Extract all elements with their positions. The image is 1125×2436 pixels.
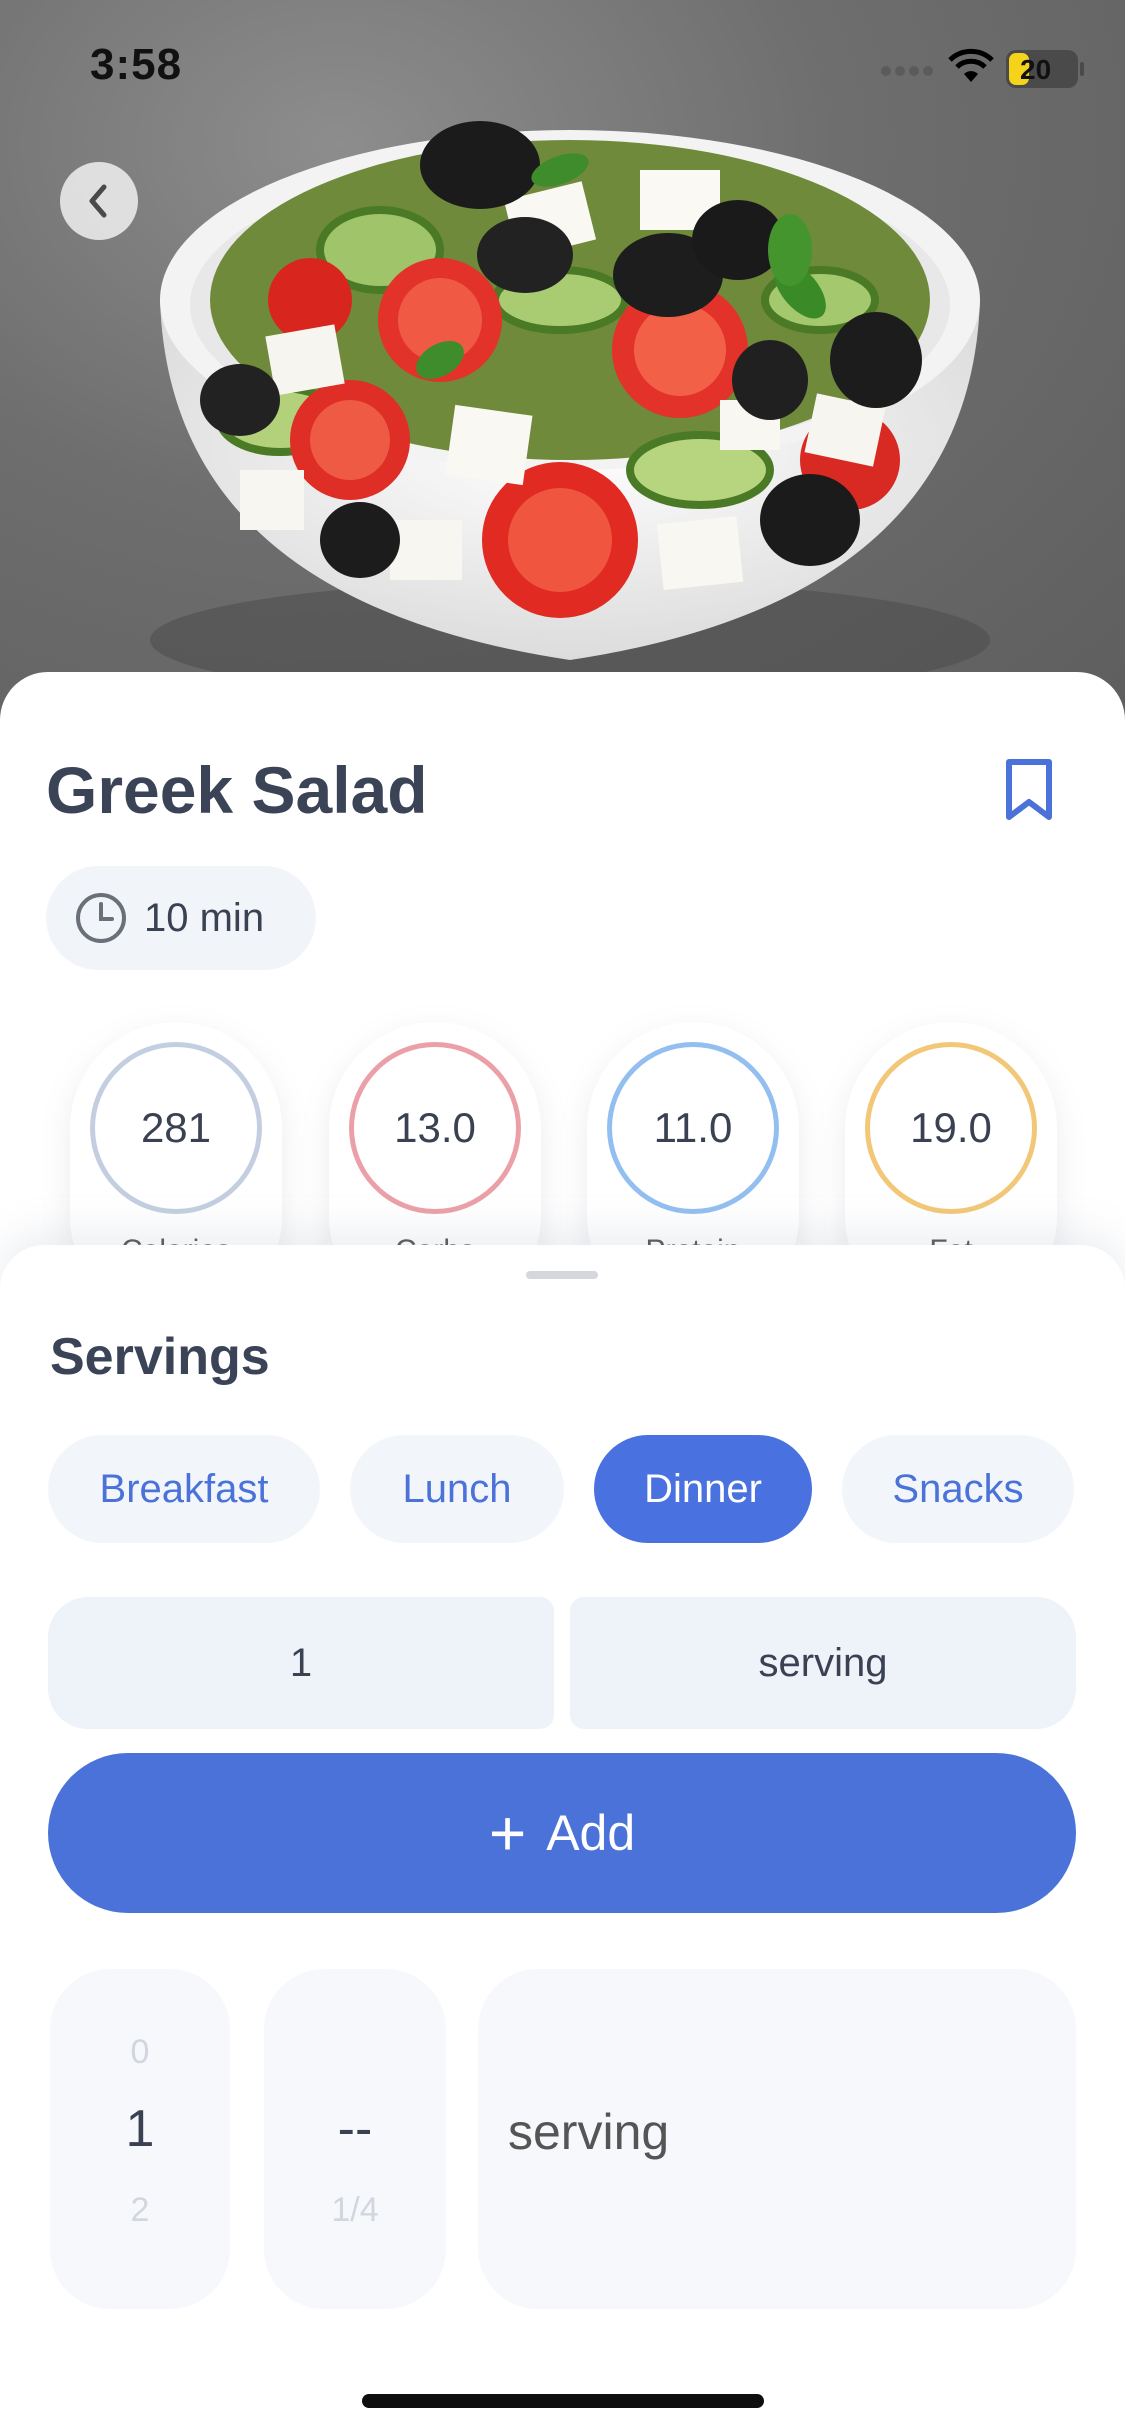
servings-title: Servings	[50, 1328, 270, 1386]
picker-option[interactable]: 0	[50, 2033, 230, 2072]
picker-option[interactable]: 1/4	[264, 2191, 446, 2230]
picker-selected[interactable]: 1	[50, 2099, 230, 2159]
picker-option[interactable]: 2	[50, 2191, 230, 2230]
chevron-left-icon	[89, 184, 107, 218]
nutrition-value: 19.0	[865, 1042, 1037, 1214]
picker-selected[interactable]: serving	[478, 2103, 1076, 2161]
whole-number-picker[interactable]: 0 1 2	[50, 1969, 230, 2309]
meal-chip-snacks[interactable]: Snacks	[842, 1435, 1074, 1543]
sheet-grabber[interactable]	[526, 1271, 598, 1279]
cellular-signal-icon	[881, 66, 933, 76]
nutrition-value: 11.0	[607, 1042, 779, 1214]
nutrition-value: 13.0	[349, 1042, 521, 1214]
unit-picker[interactable]: serving	[478, 1969, 1076, 2309]
back-button[interactable]	[60, 162, 138, 240]
servings-sheet: Servings Breakfast Lunch Dinner Snacks 1…	[0, 1245, 1125, 2436]
meal-chip-breakfast[interactable]: Breakfast	[48, 1435, 320, 1543]
wifi-icon	[948, 48, 994, 82]
add-button-label: Add	[546, 1805, 636, 1861]
prep-time-text: 10 min	[144, 895, 265, 940]
battery-icon: 20	[1006, 50, 1078, 88]
meal-chip-lunch[interactable]: Lunch	[350, 1435, 564, 1543]
recipe-title: Greek Salad	[46, 753, 428, 827]
prep-time-badge: 10 min	[46, 866, 316, 970]
bookmark-icon[interactable]	[1004, 758, 1054, 822]
quantity-field[interactable]: 1	[48, 1597, 554, 1729]
add-button[interactable]: + Add	[48, 1753, 1076, 1913]
plus-icon: +	[488, 1797, 527, 1869]
status-time: 3:58	[90, 40, 183, 89]
picker-selected[interactable]: --	[264, 2099, 446, 2159]
meal-chip-dinner[interactable]: Dinner	[594, 1435, 812, 1543]
clock-icon	[76, 893, 126, 943]
status-bar: 3:58 20	[0, 0, 1125, 130]
nutrition-value: 281	[90, 1042, 262, 1214]
unit-field[interactable]: serving	[570, 1597, 1076, 1729]
home-indicator	[362, 2394, 764, 2408]
fraction-picker[interactable]: -- 1/4	[264, 1969, 446, 2309]
recipe-hero-image: 3:58 20	[0, 0, 1125, 720]
battery-level: 20	[1020, 54, 1052, 85]
battery-cap	[1080, 62, 1084, 76]
